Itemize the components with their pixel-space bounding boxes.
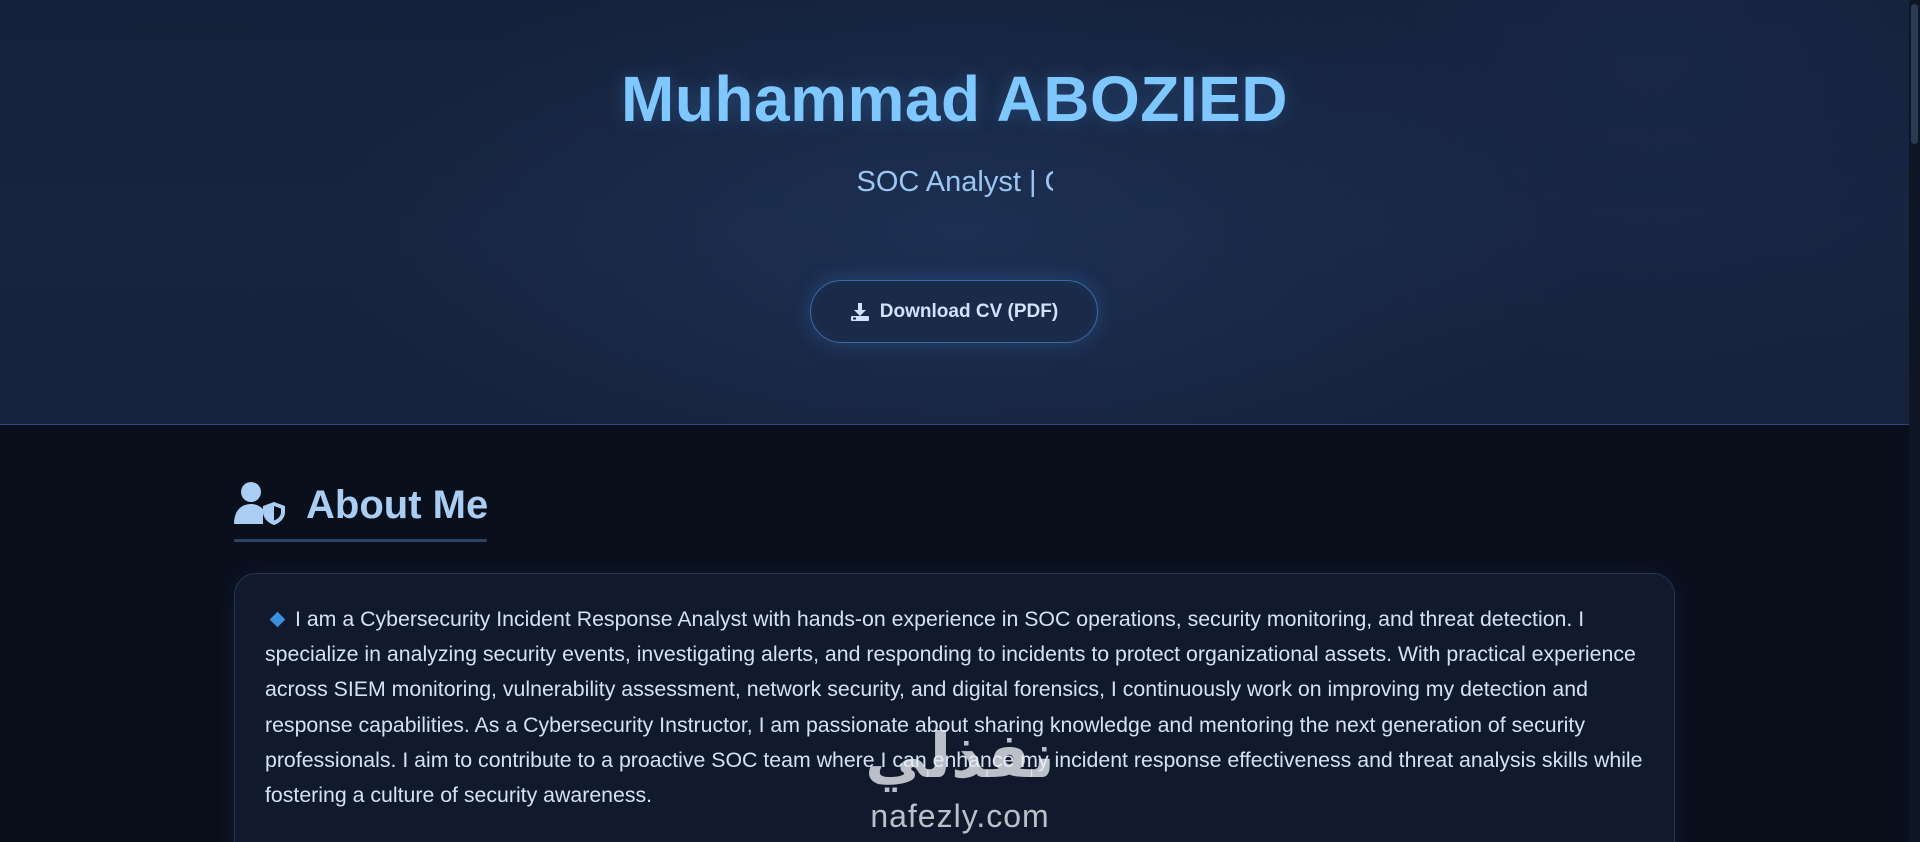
about-heading-text: About Me [306,482,489,527]
about-card: I am a Cybersecurity Incident Response A… [234,573,1675,842]
download-icon [850,302,870,322]
hero-subtitle: SOC Analyst | C [0,166,1909,199]
hero-section: Muhammad ABOZIED SOC Analyst | C Downloa… [0,0,1909,425]
hero-name: Muhammad ABOZIED [621,63,1288,135]
about-heading: About Me [234,475,488,535]
heading-underline [234,539,487,542]
portfolio-page: Muhammad ABOZIED SOC Analyst | C Downloa… [0,0,1920,842]
download-cv-button[interactable]: Download CV (PDF) [810,280,1098,343]
about-text: I am a Cybersecurity Incident Response A… [265,607,1643,808]
download-cv-label: Download CV (PDF) [879,300,1059,322]
about-paragraph: I am a Cybersecurity Incident Response A… [265,602,1644,813]
small-blue-diamond-icon [269,611,286,628]
scrollbar-thumb[interactable] [1911,4,1918,144]
about-section: About Me I am a Cybersecurity Incident R… [0,425,1909,842]
user-shield-icon [234,481,286,530]
typed-subtitle-text: SOC Analyst | C [856,166,1053,198]
